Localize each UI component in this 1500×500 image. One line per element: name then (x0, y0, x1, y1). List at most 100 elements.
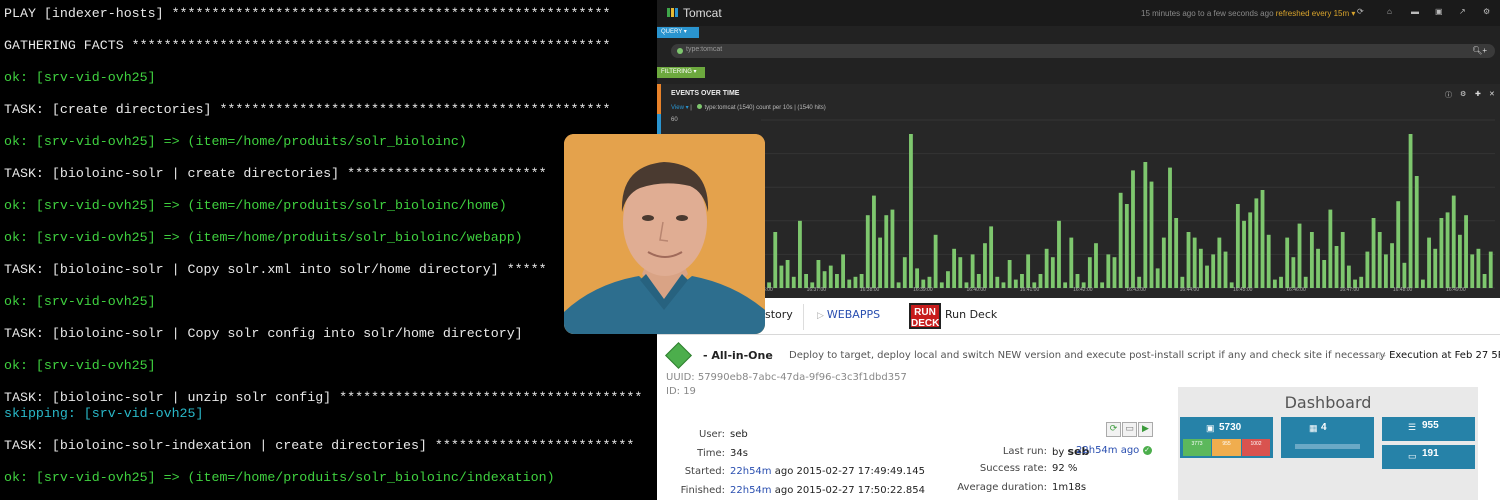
chart-bar[interactable] (1174, 218, 1179, 288)
started-ago-link[interactable]: 22h54m (730, 466, 772, 477)
chart-bar[interactable] (1186, 232, 1191, 288)
chart-bar[interactable] (896, 282, 901, 288)
chart-bar[interactable] (785, 260, 790, 288)
chart-bar[interactable] (1124, 204, 1129, 288)
chart-bar[interactable] (1013, 279, 1018, 288)
chart-bar[interactable] (1007, 260, 1012, 288)
chart-bar[interactable] (970, 254, 975, 288)
chart-bar[interactable] (1322, 260, 1327, 288)
time-range-picker[interactable]: 15 minutes ago to a few seconds ago refr… (1141, 9, 1355, 18)
chart-bar[interactable] (1359, 276, 1364, 288)
chart-bar[interactable] (1026, 254, 1031, 288)
chart-bar[interactable] (1266, 234, 1271, 288)
chart-bar[interactable] (933, 234, 938, 288)
chart-bar[interactable] (909, 134, 913, 288)
execution-link[interactable]: ▷ Execution at Feb 27 5P (1379, 350, 1500, 361)
chart-bar[interactable] (1408, 134, 1413, 288)
chart-bar[interactable] (1063, 282, 1068, 288)
chart-bar[interactable] (798, 220, 802, 288)
chart-bar[interactable] (828, 265, 833, 288)
dashboard-tile-hosts[interactable]: ▭ 191 (1382, 445, 1475, 469)
chart-bar[interactable] (1143, 162, 1148, 288)
chart-bar[interactable] (1427, 237, 1431, 288)
tab-rundeck[interactable]: Run Deck (945, 308, 997, 321)
chart-bar[interactable] (773, 232, 778, 288)
chart-bar[interactable] (1470, 254, 1475, 288)
chart-bar[interactable] (884, 215, 889, 288)
chart-bar[interactable] (1223, 251, 1228, 288)
chart-bar[interactable] (804, 274, 808, 288)
copy-button[interactable]: ▭ (1122, 422, 1137, 437)
chart-bar[interactable] (1198, 248, 1203, 288)
chart-bar[interactable] (902, 257, 907, 288)
chart-bar[interactable] (1044, 248, 1049, 288)
chart-bar[interactable] (1340, 232, 1345, 288)
home-icon[interactable]: ⌂ (1387, 8, 1395, 16)
job-title[interactable]: - All-in-One (703, 349, 773, 362)
folder-icon[interactable]: ▬ (1411, 8, 1419, 16)
chart-bar[interactable] (1445, 212, 1450, 288)
chart-bar[interactable] (1433, 248, 1438, 288)
chart-bar[interactable] (779, 265, 784, 288)
chart-bar[interactable] (1248, 212, 1253, 288)
refresh-icon[interactable]: ⟳ (1357, 8, 1365, 16)
chart-bar[interactable] (872, 195, 876, 288)
chart-bar[interactable] (995, 276, 1000, 288)
share-icon[interactable]: ↗ (1459, 8, 1467, 16)
chart-bar[interactable] (1279, 276, 1283, 288)
chart-bar[interactable] (859, 274, 864, 288)
chart-bar[interactable] (976, 274, 981, 288)
chart-bar[interactable] (1439, 218, 1444, 288)
chart-bar[interactable] (791, 276, 796, 288)
dashboard-tile-total[interactable]: ▣ 5730 3773 955 1002 (1180, 417, 1273, 458)
tab-history[interactable]: story (765, 308, 793, 321)
save-icon[interactable]: ▣ (1435, 8, 1443, 16)
chart-bar[interactable] (890, 209, 895, 288)
chart-bar[interactable] (1365, 251, 1370, 288)
chart-bar[interactable] (853, 276, 858, 288)
chart-bar[interactable] (1272, 279, 1277, 288)
chart-bar[interactable] (939, 282, 944, 288)
chart-bar[interactable] (1020, 274, 1024, 288)
settings-icon[interactable]: ⚙ (1483, 8, 1491, 16)
query-tab[interactable]: QUERY ▾ (657, 27, 699, 38)
refresh-interval[interactable]: refreshed every 15m ▾ (1276, 9, 1356, 18)
chart-bar[interactable] (1451, 195, 1456, 288)
chart-bar[interactable] (1112, 257, 1117, 288)
chart-bar[interactable] (952, 248, 957, 288)
chart-bar[interactable] (1482, 274, 1487, 288)
chart-bar[interactable] (1297, 223, 1302, 288)
chart-bar[interactable] (1242, 220, 1246, 288)
chart-bar[interactable] (1334, 246, 1339, 288)
chart-bar[interactable] (1057, 220, 1061, 288)
chart-bar[interactable] (1168, 167, 1172, 288)
run-button[interactable]: ▶ (1138, 422, 1153, 437)
chart-bar[interactable] (1402, 262, 1407, 288)
chart-bar[interactable] (1291, 257, 1296, 288)
chart-bar[interactable] (946, 271, 950, 288)
chart-bar[interactable] (1383, 254, 1388, 288)
chart-bar[interactable] (1087, 257, 1092, 288)
chart-bar[interactable] (1396, 201, 1401, 288)
chart-bar[interactable] (835, 274, 839, 288)
dashboard-tile-db[interactable]: ☰ 955 (1382, 417, 1475, 441)
chart-bar[interactable] (1205, 265, 1209, 288)
chart-bar[interactable] (1118, 192, 1123, 288)
chart-bar[interactable] (1420, 279, 1425, 288)
tab-webapps[interactable]: ▷ WEBAPPS (817, 308, 880, 321)
chart-bar[interactable] (1285, 237, 1290, 288)
chart-bar[interactable] (1260, 190, 1265, 288)
chart-bar[interactable] (1069, 237, 1074, 288)
chart-bar[interactable] (1001, 282, 1006, 288)
chart-bar[interactable] (1316, 248, 1320, 288)
kibana-app-title[interactable]: Tomcat (667, 6, 722, 20)
chart-bar[interactable] (822, 271, 827, 288)
chart-bar[interactable] (989, 226, 994, 288)
chart-bar[interactable] (1371, 218, 1376, 288)
chart-bar[interactable] (1155, 268, 1160, 288)
chart-bar[interactable] (915, 268, 920, 288)
chart-bar[interactable] (1464, 215, 1468, 288)
chart-bar[interactable] (958, 257, 963, 288)
chart-bar[interactable] (816, 260, 821, 288)
chart-bar[interactable] (1094, 243, 1098, 288)
